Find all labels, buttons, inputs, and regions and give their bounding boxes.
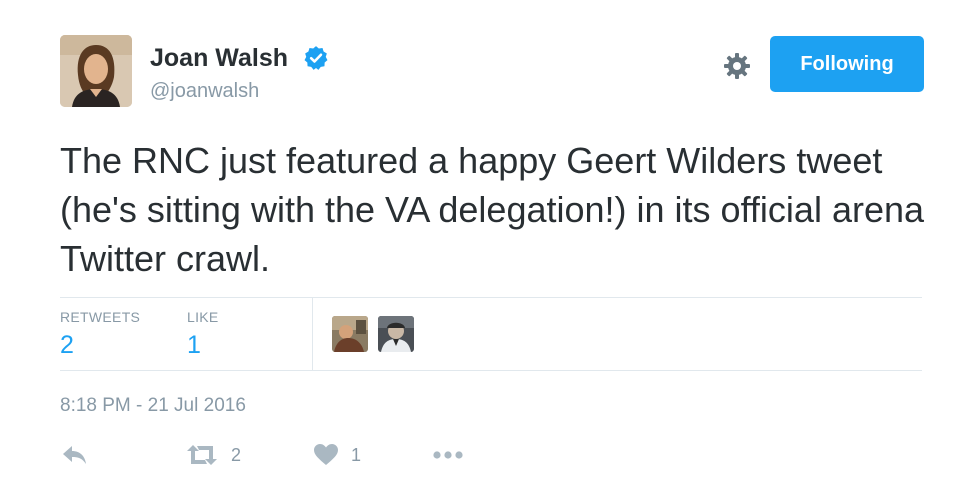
retweets-count[interactable]: 2	[60, 331, 74, 360]
reply-icon	[63, 446, 86, 464]
likes-count[interactable]: 1	[187, 331, 201, 360]
following-button[interactable]: Following	[770, 36, 924, 92]
retweet-icon	[187, 445, 217, 465]
stats-vertical-divider	[312, 298, 313, 370]
tweet-timestamp[interactable]: 8:18 PM - 21 Jul 2016	[60, 395, 246, 417]
liker-avatar[interactable]	[332, 316, 368, 352]
heart-icon	[314, 444, 338, 465]
like-action-count: 1	[351, 444, 362, 465]
reply-button[interactable]	[60, 440, 88, 470]
gear-icon[interactable]	[722, 51, 752, 81]
like-button[interactable]: 1	[313, 440, 361, 470]
more-button[interactable]	[432, 440, 464, 470]
verified-badge-icon	[304, 46, 328, 70]
tweet-text: The RNC just featured a happy Geert Wild…	[60, 140, 925, 279]
user-photo-icon	[60, 35, 132, 107]
stats-top-divider	[60, 297, 922, 298]
avatar[interactable]	[60, 35, 132, 107]
display-name[interactable]: Joan Walsh	[150, 44, 288, 73]
liker-avatar[interactable]	[378, 316, 414, 352]
likes-label: LIKE	[187, 309, 219, 325]
more-icon	[433, 451, 463, 459]
retweets-label: RETWEETS	[60, 309, 141, 325]
retweet-action-count: 2	[231, 444, 242, 465]
liker-avatar-2-icon	[378, 316, 414, 352]
user-handle[interactable]: @joanwalsh	[150, 80, 259, 103]
retweet-button[interactable]: 2	[185, 440, 241, 470]
stats-bottom-divider	[60, 370, 922, 371]
liker-avatar-1-icon	[332, 316, 368, 352]
